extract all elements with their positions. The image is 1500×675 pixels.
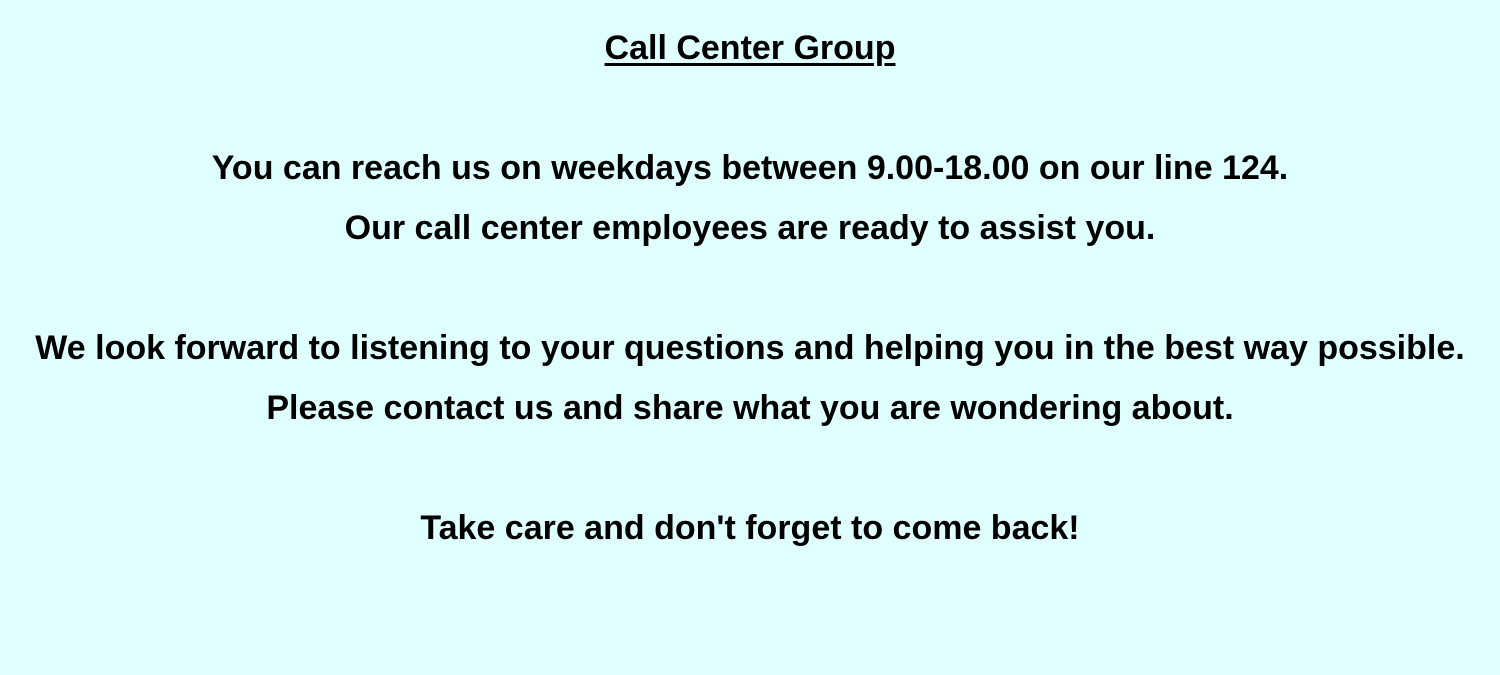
closing-paragraph: Take care and don't forget to come back! xyxy=(420,509,1080,547)
call-center-page: Call Center Group You can reach us on we… xyxy=(0,0,1500,675)
hours-paragraph: You can reach us on weekdays between 9.0… xyxy=(211,149,1289,187)
page-title: Call Center Group xyxy=(604,29,896,67)
assist-paragraph: Our call center employees are ready to a… xyxy=(344,209,1156,247)
contact-paragraph: Please contact us and share what you are… xyxy=(266,389,1234,427)
listening-paragraph: We look forward to listening to your que… xyxy=(35,329,1465,367)
